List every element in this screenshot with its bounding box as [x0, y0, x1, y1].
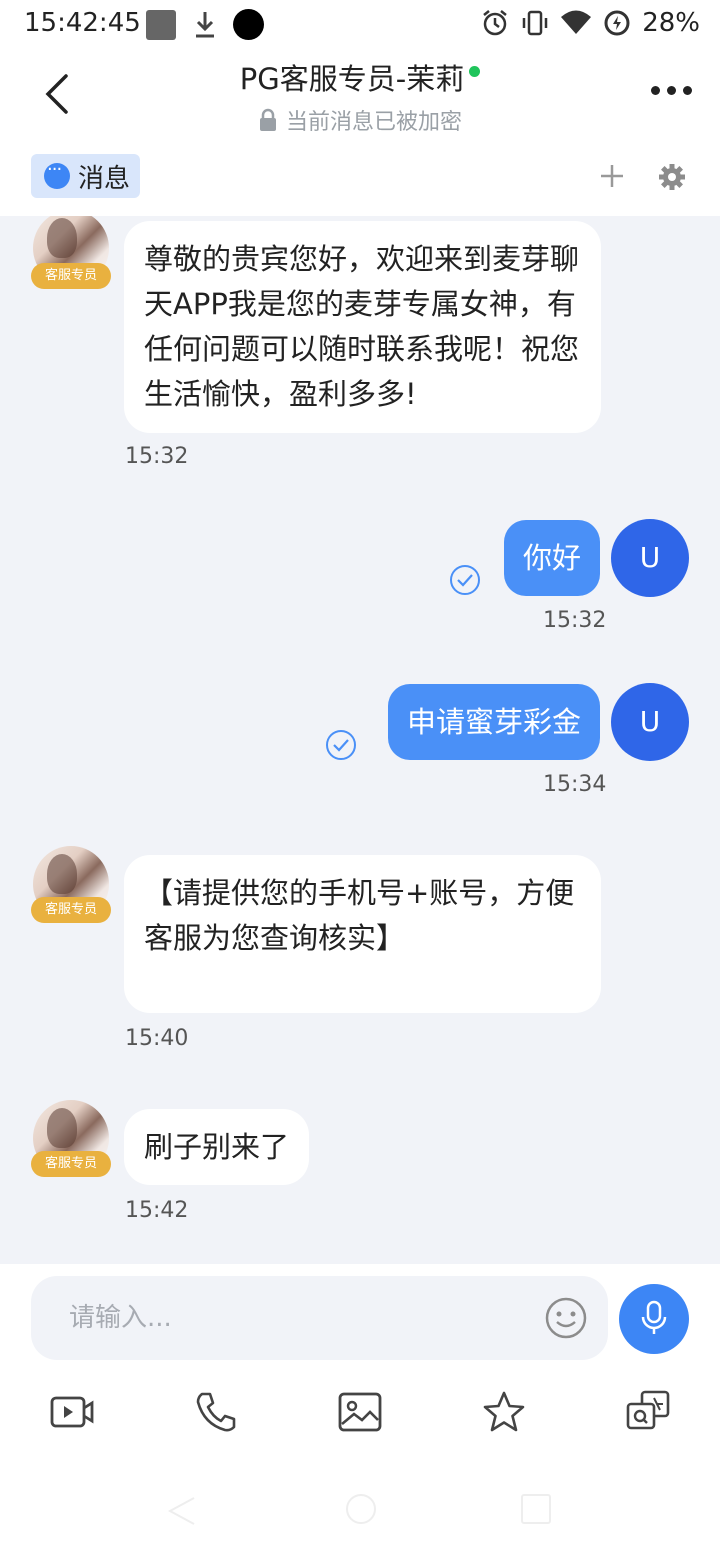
message-input[interactable] — [69, 1276, 549, 1360]
square-icon — [146, 10, 176, 40]
system-nav-bar — [0, 1480, 720, 1560]
phone-icon[interactable] — [192, 1388, 240, 1436]
message-bubble[interactable]: 申请蜜芽彩金 — [387, 684, 600, 760]
read-check-icon — [450, 565, 480, 595]
read-check-icon — [326, 730, 356, 760]
tab-messages-label: 消息 — [78, 163, 131, 194]
nav-home-icon[interactable] — [346, 1494, 376, 1524]
download-icon — [196, 12, 214, 38]
message-time: 15:34 — [543, 772, 607, 797]
alarm-icon — [483, 10, 507, 36]
message-time: 15:32 — [125, 444, 189, 469]
video-call-icon[interactable] — [48, 1388, 96, 1436]
agent-badge: 客服专员 — [31, 897, 111, 923]
vibrate-icon — [522, 10, 548, 36]
star-icon[interactable] — [480, 1388, 528, 1436]
chat-bubble-icon — [44, 159, 70, 189]
agent-badge: 客服专员 — [31, 1151, 111, 1177]
more-dot-icon — [683, 86, 692, 95]
message-time: 15:40 — [125, 1026, 189, 1051]
nav-recents-icon[interactable] — [521, 1494, 551, 1524]
message-bubble[interactable]: 【请提供您的手机号+账号，方便客服为您查询核实】 — [124, 855, 601, 1013]
lock-icon — [259, 108, 276, 131]
message-bubble[interactable]: 尊敬的贵宾您好，欢迎来到麦芽聊天APP我是您的麦芽专属女神，有任何问题可以随时联… — [124, 221, 601, 433]
image-icon[interactable] — [336, 1388, 384, 1436]
tab-row: 消息 — [0, 140, 720, 216]
microphone-icon — [641, 1300, 667, 1334]
tab-messages[interactable]: 消息 — [31, 154, 140, 198]
user-avatar[interactable]: U — [611, 683, 689, 761]
more-options-button[interactable] — [651, 86, 692, 95]
more-dot-icon — [667, 86, 676, 95]
nav-back-icon[interactable] — [166, 1494, 196, 1528]
battery-saver-icon — [604, 10, 630, 36]
status-right: 28% — [480, 8, 700, 38]
chat-area[interactable]: 客服专员 尊敬的贵宾您好，欢迎来到麦芽聊天APP我是您的麦芽专属女神，有任何问题… — [0, 216, 720, 1264]
translate-icon[interactable] — [624, 1388, 672, 1436]
status-time: 15:42:45 — [24, 8, 141, 38]
more-dot-icon — [651, 86, 660, 95]
gear-icon[interactable] — [657, 162, 687, 192]
message-bubble[interactable]: 刷子别来了 — [124, 1109, 310, 1185]
battery-percent: 28% — [642, 8, 700, 38]
message-input-wrap[interactable] — [31, 1276, 608, 1360]
status-bar: 15:42:45 28% — [0, 0, 720, 50]
page-title: PG客服专员-茉莉 — [239, 56, 481, 98]
user-avatar[interactable]: U — [611, 519, 689, 597]
message-time: 15:32 — [543, 608, 607, 633]
encryption-text: 当前消息已被加密 — [285, 110, 462, 135]
wifi-icon — [561, 10, 592, 34]
dot-icon — [233, 9, 264, 40]
title-bar: PG客服专员-茉莉 当前消息已被加密 — [0, 50, 720, 140]
voice-button[interactable] — [619, 1284, 689, 1354]
encryption-note: 当前消息已被加密 — [258, 104, 462, 136]
agent-badge: 客服专员 — [31, 263, 111, 289]
chat-title: PG客服专员-茉莉 — [239, 62, 465, 96]
message-bubble[interactable]: 你好 — [503, 520, 600, 596]
add-icon[interactable] — [598, 162, 626, 190]
title-block: PG客服专员-茉莉 当前消息已被加密 — [0, 56, 720, 136]
online-indicator — [469, 65, 481, 77]
message-time: 15:42 — [125, 1198, 189, 1223]
emoji-icon[interactable] — [544, 1296, 588, 1340]
